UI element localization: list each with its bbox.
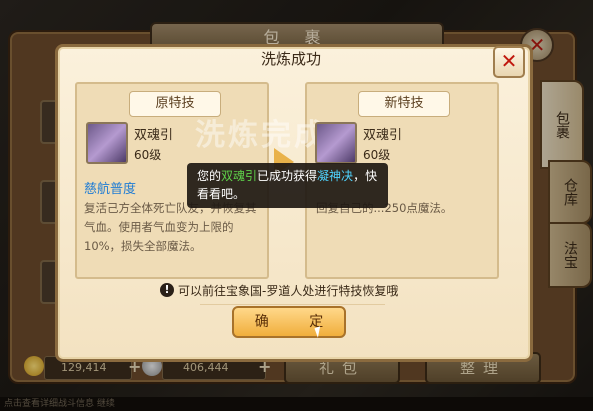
soul-bell-item-icon[interactable] <box>86 122 128 164</box>
toast-prefix: 您的 <box>197 169 222 183</box>
restore-hint-text: 可以前往宝象国-罗道人处进行特技恢复哦 <box>178 284 399 298</box>
toast-item-name: 双魂引 <box>221 169 258 183</box>
confirm-button[interactable]: 确 定 <box>232 306 346 338</box>
original-skill-item-name: 双魂引 <box>134 128 174 143</box>
original-special-skill-name: 慈航普度 <box>84 182 137 197</box>
acquired-toast: 您的双魂引已成功获得凝神决，快看看吧。 <box>187 163 388 208</box>
divider <box>200 304 385 305</box>
dialog-title: 洗炼成功 <box>260 50 321 68</box>
new-skill-item-name: 双魂引 <box>363 128 403 143</box>
new-skill-level: 60级 <box>363 148 391 162</box>
toast-skill-name: 凝神决 <box>317 169 354 183</box>
toast-middle: 已成功获得 <box>257 169 318 183</box>
soul-bell-item-icon[interactable] <box>315 122 357 164</box>
info-icon: ! <box>160 283 174 297</box>
dialog-close-button[interactable]: ✕ <box>493 46 525 78</box>
refine-complete-watermark: 洗炼完成 <box>195 118 327 153</box>
new-skill-header: 新特技 <box>358 91 450 117</box>
original-skill-level: 60级 <box>134 148 162 162</box>
